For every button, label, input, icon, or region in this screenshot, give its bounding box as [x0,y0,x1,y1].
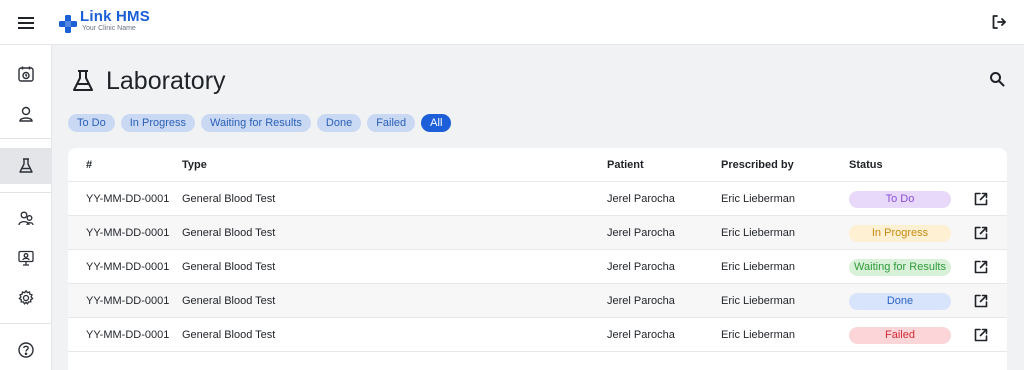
cell-id: YY-MM-DD-0001 [86,227,170,239]
status-badge: Failed [849,327,951,344]
filter-chip-done[interactable]: Done [316,114,362,132]
cell-patient: Jerel Parocha [607,295,675,307]
column-header-patient: Patient [607,159,644,171]
status-badge: Done [849,293,951,310]
cell-type: General Blood Test [182,261,276,273]
cell-id: YY-MM-DD-0001 [86,193,170,205]
column-header-type: Type [182,159,207,171]
sidebar-item-settings[interactable] [0,280,52,316]
column-header-status: Status [849,159,883,171]
flask-icon [73,70,93,91]
table-row[interactable]: YY-MM-DD-0001 General Blood Test Jerel P… [68,318,1007,352]
logout-icon[interactable] [989,12,1009,32]
cell-prescribed-by: Eric Lieberman [721,295,795,307]
open-external-icon[interactable] [973,259,989,275]
status-filter-chips: To Do In Progress Waiting for Results Do… [68,114,452,132]
column-header-id: # [86,159,93,171]
sidebar-item-staff[interactable] [0,200,52,236]
flask-icon [19,158,33,173]
table-row[interactable]: YY-MM-DD-0001 General Blood Test Jerel P… [68,250,1007,284]
status-badge: To Do [849,191,951,208]
brand-subtitle: Your Clinic Name [82,25,136,32]
table-row[interactable]: YY-MM-DD-0001 General Blood Test Jerel P… [68,182,1007,216]
sidebar-item-consultation[interactable] [0,240,52,276]
cell-prescribed-by: Eric Lieberman [721,227,795,239]
cell-patient: Jerel Parocha [607,329,675,341]
sidebar [0,45,52,370]
table-row[interactable]: YY-MM-DD-0001 General Blood Test Jerel P… [68,284,1007,318]
open-external-icon[interactable] [973,293,989,309]
cell-type: General Blood Test [182,329,276,341]
cell-prescribed-by: Eric Lieberman [721,261,795,273]
gear-icon [18,289,34,305]
filter-chip-failed[interactable]: Failed [367,114,416,132]
table-header: # Type Patient Prescribed by Status [68,148,1007,182]
cell-id: YY-MM-DD-0001 [86,261,170,273]
cell-id: YY-MM-DD-0001 [86,295,170,307]
search-icon[interactable] [989,71,1007,89]
cell-type: General Blood Test [182,193,276,205]
filter-chip-in-progress[interactable]: In Progress [120,114,195,132]
filter-chip-all[interactable]: All [421,114,452,132]
cell-patient: Jerel Parocha [607,227,675,239]
hamburger-menu-icon[interactable] [13,12,39,34]
brand-logo[interactable]: Link HMS Your Clinic Name [59,9,150,37]
cell-patient: Jerel Parocha [607,193,675,205]
cell-patient: Jerel Parocha [607,261,675,273]
sidebar-item-laboratory[interactable] [0,148,52,184]
open-external-icon[interactable] [973,327,989,343]
open-external-icon[interactable] [973,191,989,207]
open-external-icon[interactable] [973,225,989,241]
logo-cross-icon [59,15,77,33]
users-icon [18,211,34,226]
cell-prescribed-by: Eric Lieberman [721,193,795,205]
brand-title: Link HMS [80,8,150,25]
page-header: Laboratory [72,64,226,98]
lab-orders-table: # Type Patient Prescribed by Status YY-M… [68,148,1007,370]
calendar-icon [18,66,34,82]
sidebar-item-patients[interactable] [0,96,52,132]
status-badge: In Progress [849,225,951,242]
monitor-user-icon [18,250,34,266]
column-header-prescribed-by: Prescribed by [721,159,794,171]
filter-chip-to-do[interactable]: To Do [68,114,115,132]
top-bar: Link HMS Your Clinic Name [0,0,1024,45]
cell-prescribed-by: Eric Lieberman [721,329,795,341]
help-circle-icon [18,342,34,358]
filter-chip-waiting-for-results[interactable]: Waiting for Results [201,114,311,132]
cell-id: YY-MM-DD-0001 [86,329,170,341]
status-badge: Waiting for Results [849,259,951,276]
cell-type: General Blood Test [182,295,276,307]
page-title: Laboratory [106,66,226,95]
user-icon [19,106,33,122]
table-row[interactable]: YY-MM-DD-0001 General Blood Test Jerel P… [68,216,1007,250]
sidebar-item-help[interactable] [0,332,52,368]
cell-type: General Blood Test [182,227,276,239]
sidebar-item-appointments[interactable] [0,56,52,92]
